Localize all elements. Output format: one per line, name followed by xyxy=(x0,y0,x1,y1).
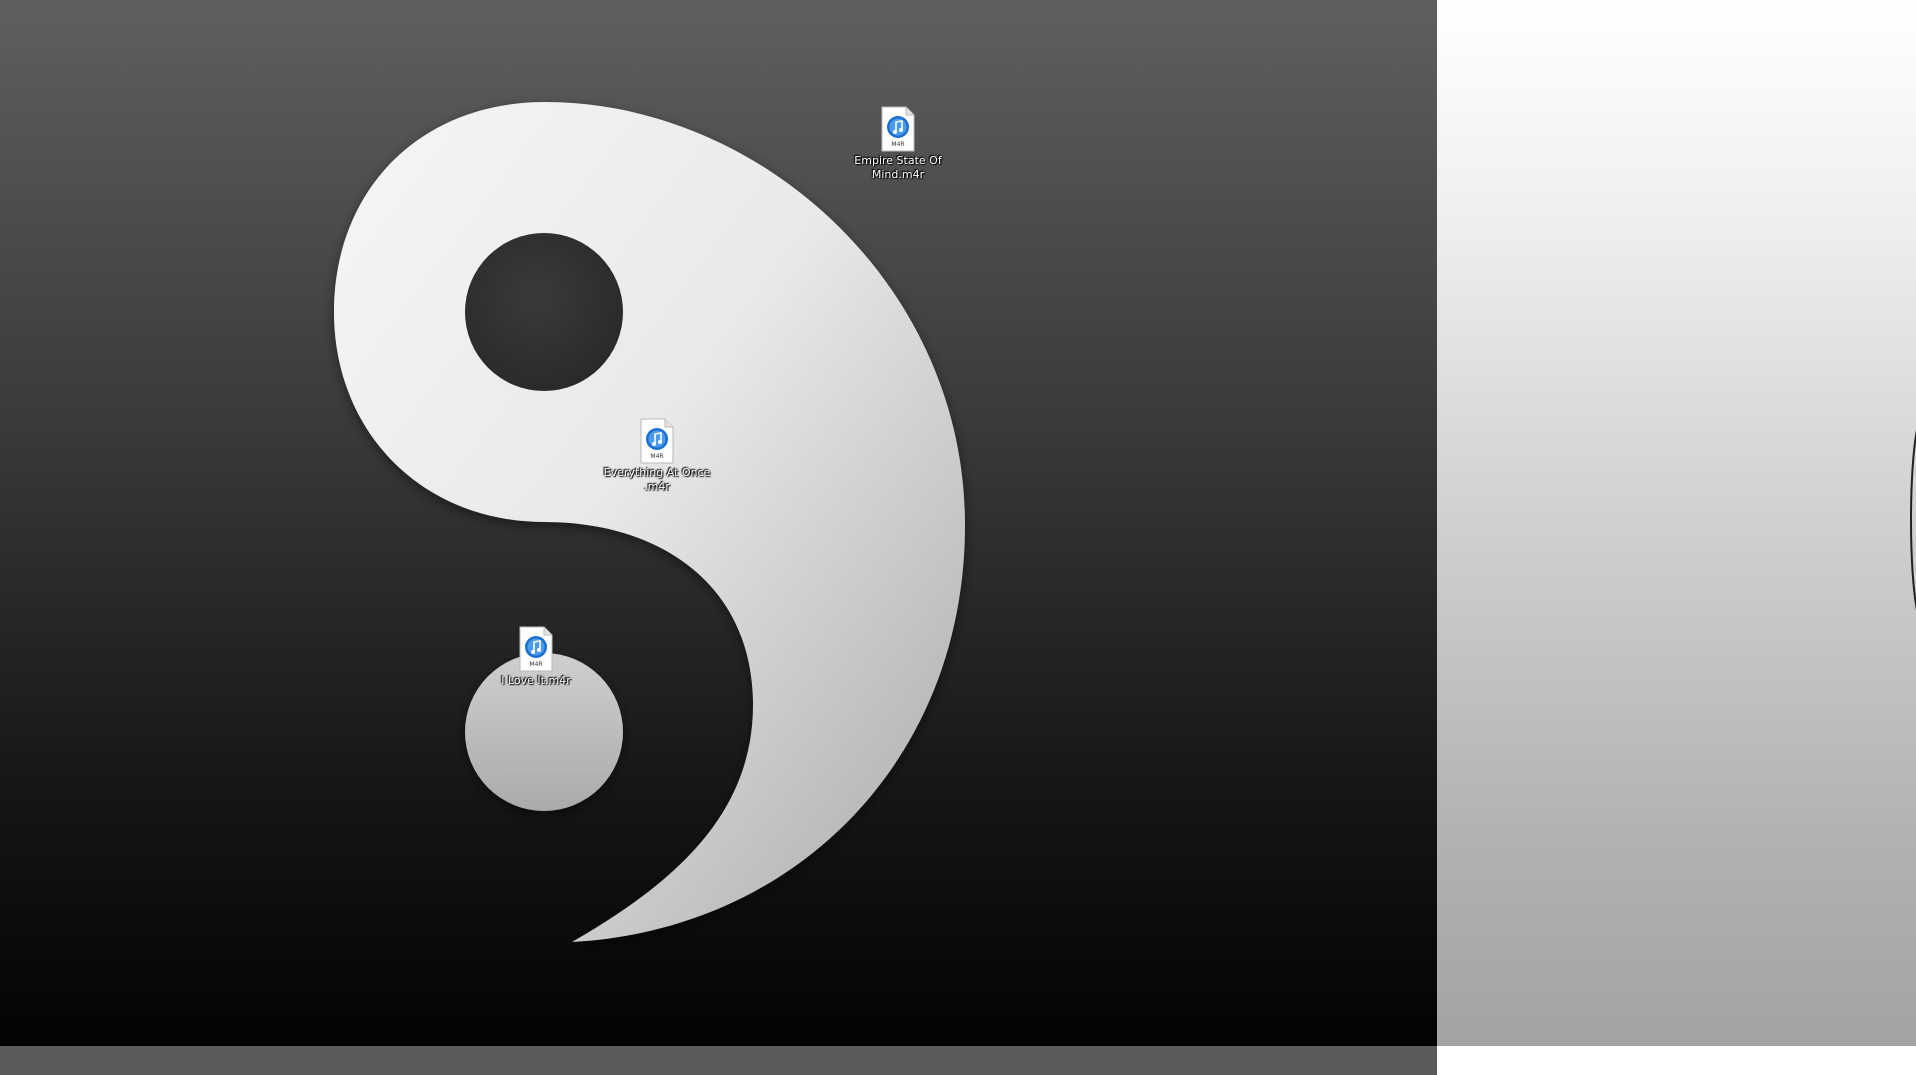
secondary-monitor-strip xyxy=(1437,1046,1916,1075)
desktop-icon-label: I Love It.m4r xyxy=(501,674,571,687)
desktop-icon-empire-state-of-mind[interactable]: M4R Empire State Of Mind.m4r xyxy=(843,106,953,182)
taskbar[interactable] xyxy=(0,1046,1437,1075)
itunes-ringtone-icon: M4R xyxy=(639,418,675,464)
yin-yang-wallpaper-graphic xyxy=(334,102,965,942)
file-type-badge: M4R xyxy=(650,453,664,460)
wallpaper-edge-curve xyxy=(1910,430,1916,610)
file-type-badge: M4R xyxy=(891,141,905,148)
desktop[interactable]: M4R Empire State Of Mind.m4r M4R Everyth… xyxy=(0,0,1916,1075)
wallpaper-left-monitor: M4R Empire State Of Mind.m4r M4R Everyth… xyxy=(0,0,1437,1046)
desktop-icon-everything-at-once[interactable]: M4R Everything At Once .m4r xyxy=(602,418,712,494)
itunes-ringtone-icon: M4R xyxy=(518,626,554,672)
desktop-icon-label: Everything At Once .m4r xyxy=(603,466,711,493)
desktop-icon-i-love-it[interactable]: M4R I Love It.m4r xyxy=(481,626,591,688)
desktop-icon-label: Empire State Of Mind.m4r xyxy=(854,154,942,181)
yin-yang-dark-dot xyxy=(465,233,623,391)
yin-yang-white-half xyxy=(334,102,965,942)
itunes-ringtone-icon: M4R xyxy=(880,106,916,152)
wallpaper-right-monitor xyxy=(1437,0,1916,1046)
file-type-badge: M4R xyxy=(529,661,543,668)
